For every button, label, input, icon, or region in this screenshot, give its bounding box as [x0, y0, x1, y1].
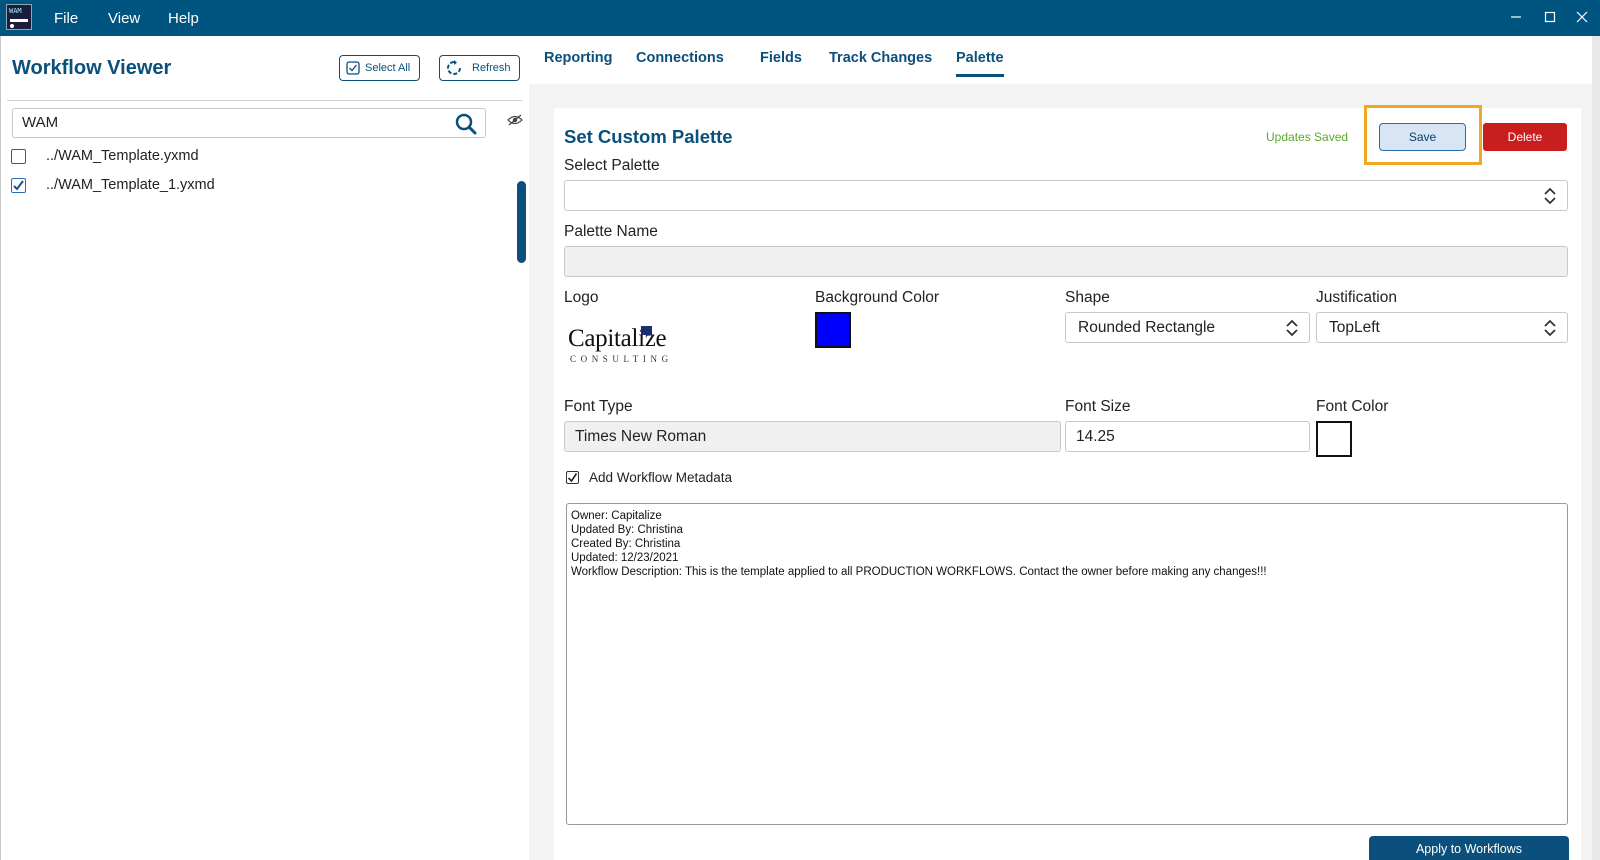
- palette-name-field[interactable]: [564, 246, 1568, 277]
- file-checkbox[interactable]: [11, 177, 26, 193]
- chevron-updown-icon: [1544, 319, 1556, 337]
- refresh-icon: [447, 60, 461, 75]
- tab-connections[interactable]: Connections: [636, 50, 724, 66]
- metadata-textarea[interactable]: Owner: Capitalize Updated By: Christina …: [566, 503, 1568, 825]
- tab-palette[interactable]: Palette: [956, 50, 1004, 77]
- tab-track-changes[interactable]: Track Changes: [829, 50, 932, 66]
- menu-view[interactable]: View: [108, 10, 140, 27]
- menu-file[interactable]: File: [54, 10, 78, 27]
- workflow-viewer-panel: Workflow Viewer Select All Refresh ../WA…: [0, 36, 528, 860]
- save-button[interactable]: Save: [1379, 123, 1466, 151]
- app-logo-icon: WAM: [6, 4, 32, 30]
- font-size-label: Font Size: [1065, 398, 1131, 415]
- capitalize-logo[interactable]: Capitalize CONSULTING: [566, 321, 674, 369]
- metadata-line: Updated: 12/23/2021: [571, 552, 679, 564]
- file-item[interactable]: ../WAM_Template_1.yxmd: [11, 174, 215, 196]
- file-checkbox[interactable]: [11, 148, 26, 164]
- search-field[interactable]: [12, 108, 486, 138]
- scrollbar-thumb[interactable]: [517, 181, 526, 263]
- page-title: Set Custom Palette: [564, 126, 733, 147]
- check-icon: [13, 179, 24, 191]
- metadata-line: Created By: Christina: [571, 538, 681, 550]
- check-box-icon: [346, 61, 360, 75]
- eye-icon[interactable]: [507, 114, 523, 126]
- font-size-field[interactable]: 14.25: [1065, 421, 1310, 452]
- apply-to-workflows-button[interactable]: Apply to Workflows: [1369, 836, 1569, 860]
- file-item[interactable]: ../WAM_Template.yxmd: [11, 145, 199, 167]
- status-text: Updates Saved: [1266, 130, 1349, 144]
- close-icon[interactable]: [1572, 8, 1592, 28]
- font-type-label: Font Type: [564, 398, 633, 415]
- check-icon: [567, 473, 578, 483]
- shape-label: Shape: [1065, 289, 1110, 306]
- add-metadata-checkbox[interactable]: [566, 471, 579, 484]
- tab-fields[interactable]: Fields: [760, 50, 802, 66]
- background-color-label: Background Color: [815, 289, 940, 306]
- palette-name-label: Palette Name: [564, 223, 658, 240]
- font-color-label: Font Color: [1316, 398, 1389, 415]
- logo-label: Logo: [564, 289, 599, 306]
- delete-button[interactable]: Delete: [1483, 123, 1567, 151]
- add-metadata-row[interactable]: Add Workflow Metadata: [566, 470, 732, 485]
- shape-dropdown[interactable]: Rounded Rectangle: [1065, 312, 1310, 343]
- menu-help[interactable]: Help: [168, 10, 199, 27]
- select-all-button[interactable]: Select All: [339, 55, 420, 81]
- minimize-icon[interactable]: [1506, 8, 1526, 28]
- font-type-field[interactable]: Times New Roman: [564, 421, 1061, 452]
- metadata-line: Updated By: Christina: [571, 524, 683, 536]
- scrollbar-track[interactable]: [1592, 36, 1600, 860]
- refresh-button[interactable]: Refresh: [439, 55, 520, 81]
- chevron-updown-icon: [1544, 187, 1556, 205]
- metadata-line: Workflow Description: This is the templa…: [571, 566, 1267, 578]
- panel-title: Workflow Viewer: [12, 57, 172, 79]
- tab-reporting[interactable]: Reporting: [544, 50, 612, 66]
- justification-dropdown[interactable]: TopLeft: [1316, 312, 1568, 343]
- metadata-line: Owner: Capitalize: [571, 510, 662, 522]
- font-color-swatch[interactable]: [1316, 421, 1352, 457]
- title-bar: WAM File View Help: [0, 0, 1600, 36]
- panel-divider: [7, 100, 522, 101]
- background-color-swatch[interactable]: [815, 312, 851, 348]
- chevron-updown-icon: [1286, 319, 1298, 337]
- search-icon[interactable]: [455, 113, 477, 135]
- select-palette-label: Select Palette: [564, 157, 660, 174]
- search-input[interactable]: [22, 114, 442, 131]
- justification-label: Justification: [1316, 289, 1397, 306]
- maximize-icon[interactable]: [1540, 8, 1560, 28]
- select-palette-dropdown[interactable]: [564, 180, 1568, 211]
